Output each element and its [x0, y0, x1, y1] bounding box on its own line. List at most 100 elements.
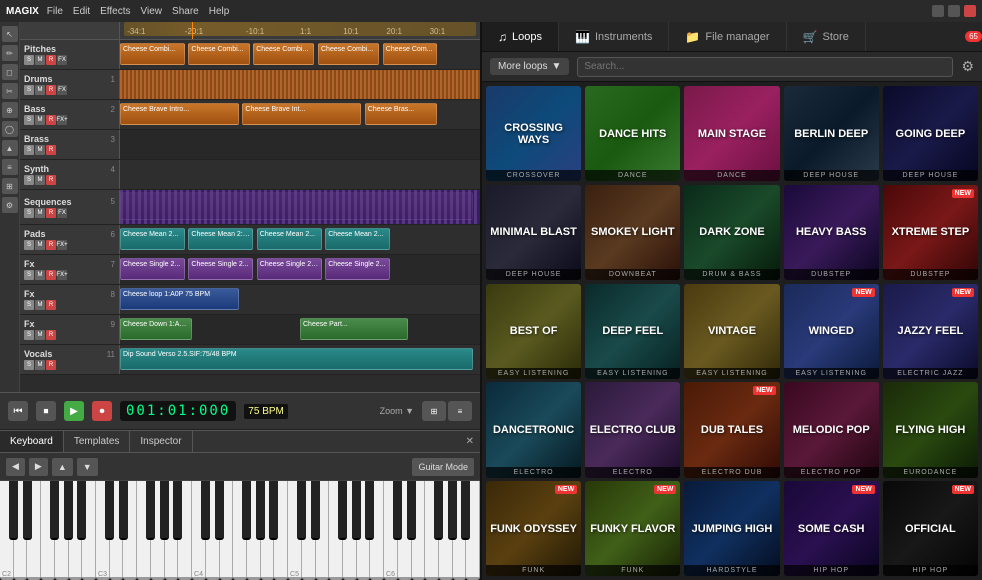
maximize-btn[interactable] — [948, 5, 960, 17]
record-btn[interactable]: ⏺ — [92, 401, 112, 421]
tab-templates[interactable]: Templates — [64, 431, 131, 452]
piano-keyboard[interactable]: C2C3C4C5C6 — [0, 481, 480, 580]
black-key[interactable] — [105, 481, 114, 540]
play-btn[interactable]: ▶ — [64, 401, 84, 421]
tool-zoom[interactable]: ⊕ — [2, 102, 18, 118]
rec-btn-4[interactable]: R — [46, 145, 56, 155]
mute-btn-3[interactable]: M — [35, 115, 45, 125]
mute-btn-5[interactable]: M — [35, 175, 45, 185]
rec-btn-9[interactable]: R — [46, 300, 56, 310]
minimize-btn[interactable] — [932, 5, 944, 17]
black-key[interactable] — [407, 481, 416, 540]
tab-store[interactable]: 🛒 Store — [787, 22, 866, 51]
clip[interactable]: Cheese Combi... — [188, 43, 249, 65]
clip[interactable]: Cheese Combi... — [253, 43, 314, 65]
rec-btn-8[interactable]: R — [46, 270, 56, 280]
black-key[interactable] — [352, 481, 361, 540]
clip[interactable]: Cheese Bras... — [365, 103, 437, 125]
tab-filemanager[interactable]: 📁 File manager — [669, 22, 786, 51]
rec-btn-5[interactable]: R — [46, 175, 56, 185]
grid-btn[interactable]: ⊞ — [422, 401, 446, 421]
track-content-11[interactable]: Dip Sound Verso 2.5.SIF:75/48 BPM — [120, 345, 480, 374]
fx-btn-6[interactable]: FX — [57, 208, 67, 218]
album-card-berlindeep[interactable]: Berlin Deep DEEP HOUSE — [784, 86, 879, 181]
black-key[interactable] — [201, 481, 210, 540]
black-key[interactable] — [64, 481, 73, 540]
clip[interactable]: Cheese Com... — [383, 43, 437, 65]
zoom-label[interactable]: Zoom ▼ — [380, 406, 414, 416]
album-card-heavybass[interactable]: heavy bass DUBSTEP — [784, 185, 879, 280]
track-content-3[interactable]: Cheese Brave Intro... Cheese Brave Int..… — [120, 100, 480, 129]
rec-btn-10[interactable]: R — [46, 330, 56, 340]
black-key[interactable] — [146, 481, 155, 540]
black-key[interactable] — [338, 481, 347, 540]
tool-extra[interactable]: ⚙ — [2, 197, 18, 213]
clip[interactable]: Cheese Mean 2:HOP... — [188, 228, 253, 250]
album-card-funk[interactable]: NEW FUNK ODYSSEY FUNK — [486, 481, 581, 576]
solo-btn-5[interactable]: S — [24, 175, 34, 185]
track-content-2[interactable] — [120, 70, 480, 99]
black-key[interactable] — [448, 481, 457, 540]
black-key[interactable] — [256, 481, 265, 540]
album-card-deepfeel[interactable]: DEEP FEEL EASY LISTENING — [585, 284, 680, 379]
mute-btn-2[interactable]: M — [35, 85, 45, 95]
mute-btn-8[interactable]: M — [35, 270, 45, 280]
fx-btn-7[interactable]: FX+ — [57, 240, 67, 250]
clip[interactable]: Cheese Single 2... — [325, 258, 390, 280]
more-loops-btn[interactable]: More loops ▼ — [490, 58, 569, 75]
tab-keyboard[interactable]: Keyboard — [0, 431, 64, 452]
search-input[interactable] — [577, 57, 953, 77]
guitar-mode-btn[interactable]: Guitar Mode — [412, 458, 474, 476]
clip[interactable]: Cheese Combi... — [318, 43, 379, 65]
fx-btn-3[interactable]: FX+ — [57, 115, 67, 125]
solo-btn-7[interactable]: S — [24, 240, 34, 250]
album-card-dub[interactable]: NEW DUB TALES ELECTRO DUB — [684, 382, 779, 477]
solo-btn-6[interactable]: S — [24, 208, 34, 218]
rec-btn-7[interactable]: R — [46, 240, 56, 250]
clip[interactable]: Cheese Part... — [300, 318, 408, 340]
black-key[interactable] — [434, 481, 443, 540]
settings-icon[interactable]: ⚙ — [961, 58, 974, 75]
black-key[interactable] — [119, 481, 128, 540]
menu-effects[interactable]: Effects — [100, 6, 130, 17]
tool-draw[interactable]: ✏ — [2, 45, 18, 61]
rec-btn-11[interactable]: R — [46, 360, 56, 370]
album-card-smokey[interactable]: SMOKEY LIGHT DOWNBEAT — [585, 185, 680, 280]
menu-view[interactable]: View — [141, 6, 163, 17]
track-content-4[interactable] — [120, 130, 480, 159]
black-key[interactable] — [50, 481, 59, 540]
rec-btn-3[interactable]: R — [46, 115, 56, 125]
black-key[interactable] — [173, 481, 182, 540]
track-content-9[interactable]: Cheese loop 1:A0P 75 BPM — [120, 285, 480, 314]
album-card-official[interactable]: NEW OFFICIAL HIP HOP — [883, 481, 978, 576]
rec-btn-6[interactable]: R — [46, 208, 56, 218]
rewind-btn[interactable]: ⏮ — [8, 401, 28, 421]
clip[interactable]: Cheese Brave Intro... — [120, 103, 239, 125]
clip[interactable]: Cheese Combi... — [120, 43, 185, 65]
mute-btn-11[interactable]: M — [35, 360, 45, 370]
album-card-stage[interactable]: MAIN STAGE DANCE — [684, 86, 779, 181]
rec-btn-2[interactable]: R — [46, 85, 56, 95]
black-key[interactable] — [365, 481, 374, 540]
stop-btn[interactable]: ⏹ — [36, 401, 56, 421]
wave-btn[interactable]: ≡ — [448, 401, 472, 421]
album-card-dance[interactable]: DANCE HITS DANCE — [585, 86, 680, 181]
menu-share[interactable]: Share — [172, 6, 199, 17]
clip[interactable]: Cheese Down 1:A0P... — [120, 318, 192, 340]
mute-btn-1[interactable]: M — [35, 55, 45, 65]
track-content-10[interactable]: Cheese Down 1:A0P... Cheese Part... — [120, 315, 480, 344]
album-card-goingdeep[interactable]: going deep DEEP HOUSE — [883, 86, 978, 181]
solo-btn-11[interactable]: S — [24, 360, 34, 370]
album-card-jazzy[interactable]: NEW JAZZY Feel ELECTRIC JAZZ — [883, 284, 978, 379]
tool-vel[interactable]: ▲ — [2, 140, 18, 156]
album-card-crossing[interactable]: CROSSING WAYS CROSSOVER — [486, 86, 581, 181]
black-key[interactable] — [9, 481, 18, 540]
black-key[interactable] — [215, 481, 224, 540]
kb-down-btn[interactable]: ▼ — [77, 458, 98, 476]
tab-loops[interactable]: ♫ Loops — [482, 22, 559, 51]
album-card-electro[interactable]: ELECTRO CLUB ELECTRO — [585, 382, 680, 477]
album-card-somecash[interactable]: NEW SOME CASH HIP HOP — [784, 481, 879, 576]
album-card-bestof[interactable]: BEST OF EASY LISTENING — [486, 284, 581, 379]
tool-cut[interactable]: ✂ — [2, 83, 18, 99]
kb-right-btn[interactable]: ▶ — [29, 458, 48, 476]
